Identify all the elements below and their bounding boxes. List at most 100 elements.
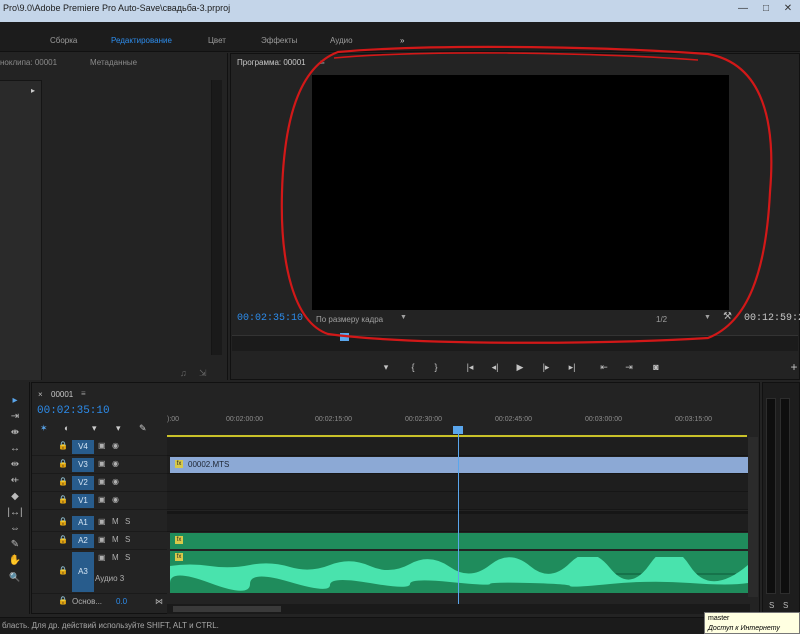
eye-icon[interactable]: ◉ (112, 459, 119, 468)
lock-icon[interactable]: 🔒 (58, 535, 68, 544)
step-forward-button[interactable]: |▸ (538, 359, 554, 375)
go-to-out-button[interactable]: ▸| (564, 359, 580, 375)
track-name-v1[interactable]: V1 (72, 494, 94, 508)
zoom-tool[interactable]: 🔍 (6, 570, 24, 584)
lock-icon[interactable]: 🔒 (58, 441, 68, 450)
wrench-icon[interactable]: ⚒ (723, 311, 732, 322)
mute-button[interactable]: M (112, 535, 119, 544)
sync-lock-icon[interactable]: ▣ (98, 535, 106, 544)
linked-selection-icon[interactable]: ◐ (64, 423, 69, 433)
tab-metadata[interactable]: Метаданные (90, 58, 137, 67)
mark-out-button[interactable]: } (428, 359, 444, 375)
workspace-tab-assembly[interactable]: Сборка (50, 36, 77, 45)
lock-icon[interactable]: 🔒 (58, 459, 68, 468)
step-back-button[interactable]: ◂| (487, 359, 503, 375)
track-name-v3[interactable]: V3 (72, 458, 94, 472)
solo-button[interactable]: S (125, 517, 130, 526)
program-menu-icon[interactable]: ≡ (320, 58, 325, 67)
track-name-v4[interactable]: V4 (72, 440, 94, 454)
go-to-in-button[interactable]: |◂ (462, 359, 478, 375)
tab-source-clip[interactable]: ноклипа: 00001 (0, 58, 57, 67)
sync-lock-icon[interactable]: ▣ (98, 477, 106, 486)
sync-lock-icon[interactable]: ▣ (98, 459, 106, 468)
mark-in-button[interactable]: { (405, 359, 421, 375)
program-viewer[interactable] (312, 75, 729, 310)
sync-lock-icon[interactable]: ▣ (98, 517, 106, 526)
lock-icon[interactable]: 🔒 (58, 495, 68, 504)
solo-button[interactable]: S (125, 553, 130, 562)
rolling-edit-tool[interactable]: ↔ (6, 442, 24, 456)
workspace-tab-editing[interactable]: Редактирование (111, 36, 172, 45)
resolution-select[interactable]: 1/2 ▼ (651, 312, 715, 326)
lock-icon[interactable]: 🔒 (58, 596, 68, 605)
fit-select[interactable]: По размеру кадра ▼ (312, 312, 410, 326)
tab-program[interactable]: Программа: 00001 (237, 58, 306, 67)
snap-icon[interactable]: ✶ (40, 423, 48, 434)
audio-clip-a2[interactable]: fx (170, 533, 748, 549)
settings-wrench-icon[interactable]: ✎ (139, 423, 147, 434)
minimize-button[interactable]: — (733, 2, 753, 16)
tab-sequence[interactable]: 00001 (51, 390, 73, 399)
meter-solo-right[interactable]: S (783, 601, 788, 610)
source-scrollbar[interactable] (211, 80, 222, 355)
solo-button[interactable]: S (125, 535, 130, 544)
audio-clip-a3[interactable]: fx (170, 551, 748, 593)
eye-icon[interactable]: ◉ (112, 495, 119, 504)
program-scrubber[interactable] (232, 335, 798, 351)
track-select-tool[interactable]: ⇥ (6, 410, 24, 424)
marker-icon[interactable]: ▾ (116, 423, 121, 434)
track-name-a2[interactable]: A2 (72, 534, 94, 548)
hand-tool[interactable]: ✋ (6, 554, 24, 568)
pen-tool[interactable]: ✎ (6, 538, 24, 552)
sync-lock-icon[interactable]: ▣ (98, 441, 106, 450)
master-volume-value[interactable]: 0.0 (116, 597, 127, 606)
workspace-tab-audio[interactable]: Аудио (330, 36, 353, 45)
track-name-v2[interactable]: V2 (72, 476, 94, 490)
track-name-a1[interactable]: A1 (72, 516, 94, 530)
add-button-icon[interactable]: + (786, 359, 800, 375)
mute-button[interactable]: M (112, 517, 119, 526)
close-tab-icon[interactable]: × (38, 390, 43, 399)
play-button[interactable]: ▶ (512, 359, 528, 375)
lock-icon[interactable]: 🔒 (58, 566, 68, 575)
maximize-button[interactable]: □ (756, 2, 776, 16)
lift-button[interactable]: ⇤ (596, 359, 612, 375)
program-current-time[interactable]: 00:02:35:10 (237, 313, 303, 324)
meter-solo-left[interactable]: S (769, 601, 774, 610)
slip-tool[interactable]: |↔| (6, 506, 24, 520)
work-area-bar[interactable] (167, 435, 747, 437)
razor-extend-tool[interactable]: ⇷ (6, 474, 24, 488)
workspaces-more-button[interactable]: » (400, 36, 404, 45)
add-marker-icon[interactable]: ▾ (92, 423, 97, 434)
slide-tool[interactable]: ⇔ (6, 522, 24, 536)
lock-icon[interactable]: 🔒 (58, 517, 68, 526)
sync-lock-icon[interactable]: ▣ (98, 553, 106, 562)
eye-icon[interactable]: ◉ (112, 441, 119, 450)
sync-lock-icon[interactable]: ▣ (98, 495, 106, 504)
eye-icon[interactable]: ◉ (112, 477, 119, 486)
timeline-menu-icon[interactable]: ≡ (81, 389, 86, 398)
workspace-tab-effects[interactable]: Эффекты (261, 36, 297, 45)
selection-tool[interactable]: ▸ (6, 394, 24, 408)
lock-icon[interactable]: 🔒 (58, 477, 68, 486)
scroll-thumb[interactable] (173, 606, 281, 612)
mute-button[interactable]: M (112, 553, 119, 562)
add-marker-button[interactable]: ▾ (378, 359, 394, 375)
timeline-current-time[interactable]: 00:02:35:10 (37, 405, 110, 417)
workspace-tab-color[interactable]: Цвет (208, 36, 226, 45)
master-jump-icon[interactable]: ⋈ (155, 597, 163, 606)
close-button[interactable]: ✕ (778, 2, 798, 16)
program-playhead[interactable] (340, 333, 349, 341)
razor-tool[interactable]: ◆ (6, 490, 24, 504)
rate-stretch-tool[interactable]: ⇹ (6, 458, 24, 472)
timeline-playhead[interactable] (458, 426, 459, 604)
music-icon[interactable]: ♫ (180, 368, 187, 378)
export-icon[interactable]: ⇲ (199, 368, 207, 379)
export-frame-button[interactable]: ◙ (648, 359, 664, 375)
extract-button[interactable]: ⇥ (621, 359, 637, 375)
ripple-edit-tool[interactable]: ⇼ (6, 426, 24, 440)
track-name-a3[interactable]: A3 (72, 552, 94, 592)
video-clip[interactable]: fx 00002.MTS (170, 457, 748, 473)
timeline-horizontal-scrollbar[interactable] (167, 604, 750, 614)
timeline-vertical-scrollbar[interactable] (748, 437, 758, 597)
